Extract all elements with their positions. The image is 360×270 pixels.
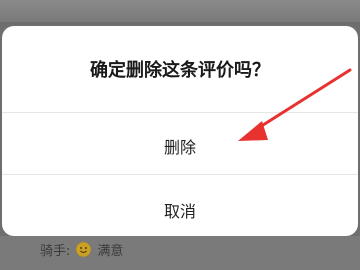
smiley-icon <box>76 241 92 257</box>
rider-rating-row: 骑手: 满意 <box>40 240 124 259</box>
delete-button[interactable]: 删除 <box>2 134 358 158</box>
confirm-dialog: 确定删除这条评价吗？ 删除 取消 <box>2 26 358 236</box>
divider <box>2 174 358 175</box>
divider <box>2 112 358 113</box>
cancel-button[interactable]: 取消 <box>2 198 358 222</box>
dialog-title: 确定删除这条评价吗？ <box>90 60 270 81</box>
rider-label: 骑手: <box>40 243 71 259</box>
rating-label: 满意 <box>97 243 124 259</box>
background-header <box>0 0 360 22</box>
